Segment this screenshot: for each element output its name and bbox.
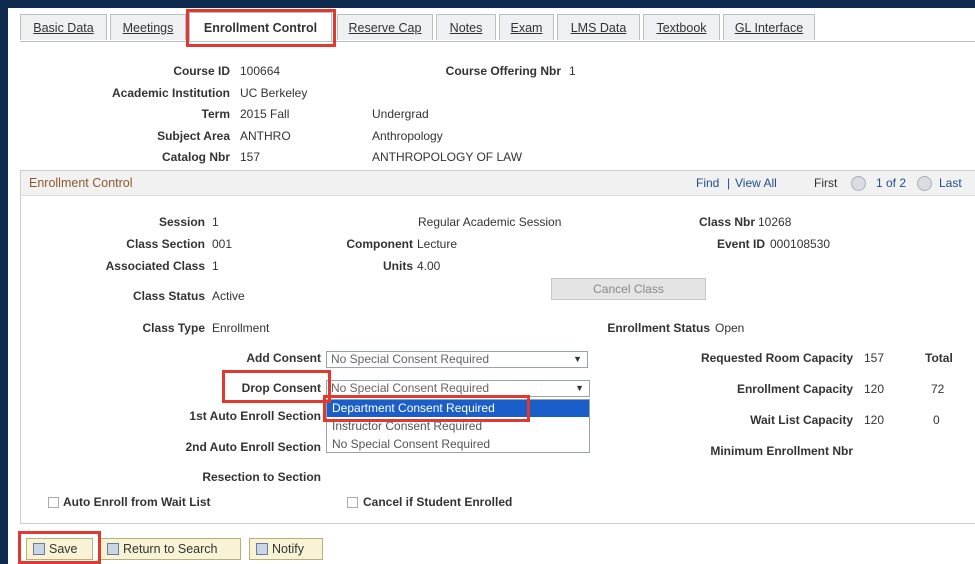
offering-label: Course Offering Nbr: [445, 64, 561, 78]
return-to-search-button[interactable]: Return to Search: [100, 538, 241, 560]
tab-notes[interactable]: Notes: [436, 14, 496, 40]
resection-label: Resection to Section: [202, 470, 321, 484]
room-capacity-label: Requested Room Capacity: [700, 351, 853, 365]
window-frame-top: [0, 0, 975, 8]
catalog-label: Catalog Nbr: [161, 150, 230, 164]
tab-divider: [20, 41, 975, 42]
next-icon[interactable]: [917, 176, 932, 191]
tab-basic-data[interactable]: Basic Data: [20, 14, 107, 40]
room-capacity-value: 157: [864, 351, 885, 365]
class-nbr-value: 10268: [758, 215, 792, 229]
subject-label: Subject Area: [157, 129, 230, 143]
associated-class-label: Associated Class: [105, 259, 205, 273]
component-label: Component: [346, 237, 413, 251]
component-value: Lecture: [417, 237, 458, 251]
section-label: Class Section: [126, 237, 205, 251]
window-frame-left: [0, 0, 8, 564]
section-value: 001: [212, 237, 233, 251]
nav-separator: |: [727, 176, 731, 190]
session-desc: Regular Academic Session: [418, 215, 562, 229]
enrollment-status-label: Enrollment Status: [607, 321, 710, 335]
tab-textbook[interactable]: Textbook: [643, 14, 720, 40]
enrollment-capacity-value: 120: [864, 382, 885, 396]
first-link[interactable]: First: [814, 176, 837, 190]
highlight-save: [18, 531, 101, 564]
tab-gl-interface[interactable]: GL Interface: [723, 14, 815, 40]
pager-text: 1 of 2: [876, 176, 907, 190]
wait-list-capacity-value: 120: [864, 413, 885, 427]
panel-title: Enrollment Control: [29, 176, 133, 190]
notify-label: Notify: [272, 542, 304, 556]
tab-reserve-cap[interactable]: Reserve Cap: [337, 14, 433, 40]
subject-value: ANTHRO: [240, 129, 291, 143]
session-value: 1: [212, 215, 219, 229]
highlight-drop-consent: [222, 370, 331, 403]
panel-header: Enrollment Control Find | View All First…: [21, 171, 975, 196]
highlight-department-option: [323, 395, 530, 422]
last-link[interactable]: Last: [939, 176, 962, 190]
term-label: Term: [201, 107, 230, 121]
add-consent-label: Add Consent: [246, 351, 321, 365]
event-id-value: 000108530: [770, 237, 831, 251]
tab-exam[interactable]: Exam: [499, 14, 554, 40]
course-id-value: 100664: [240, 64, 281, 78]
previous-icon[interactable]: [851, 176, 866, 191]
class-type-value: Enrollment: [212, 321, 270, 335]
session-label: Session: [158, 215, 205, 229]
option-no-special-consent[interactable]: No Special Consent Required: [327, 436, 589, 453]
institution-value: UC Berkeley: [240, 86, 308, 100]
event-id-label: Event ID: [716, 237, 765, 251]
add-consent-select[interactable]: No Special Consent Required ▼: [326, 351, 588, 368]
course-id-label: Course ID: [173, 64, 230, 78]
wait-list-capacity-label: Wait List Capacity: [750, 413, 853, 427]
term-value: 2015 Fall: [240, 107, 290, 121]
subject-desc: Anthropology: [372, 129, 443, 143]
highlight-enrollment-tab: [186, 9, 336, 47]
drop-consent-value: No Special Consent Required: [331, 381, 490, 395]
units-label: Units: [383, 259, 413, 273]
view-all-link[interactable]: View All: [735, 176, 777, 190]
auto-enroll-waitlist-checkbox[interactable]: [48, 497, 59, 508]
wait-list-total-value: 0: [933, 413, 940, 427]
return-search-icon: [107, 543, 119, 555]
catalog-desc: ANTHROPOLOGY OF LAW: [372, 150, 523, 164]
institution-label: Academic Institution: [111, 86, 230, 100]
first-auto-enroll-label: 1st Auto Enroll Section: [189, 409, 321, 423]
notify-icon: [256, 543, 268, 555]
class-type-label: Class Type: [142, 321, 205, 335]
units-value: 4.00: [417, 259, 441, 273]
return-label: Return to Search: [123, 542, 218, 556]
chevron-down-icon: ▼: [573, 354, 582, 364]
cancel-class-button[interactable]: Cancel Class: [551, 278, 706, 300]
add-consent-value: No Special Consent Required: [331, 352, 490, 366]
career-value: Undergrad: [372, 107, 429, 121]
notify-button[interactable]: Notify: [249, 538, 323, 560]
find-link[interactable]: Find: [696, 176, 719, 190]
cancel-if-enrolled-label: Cancel if Student Enrolled: [363, 495, 513, 509]
tab-lms-data[interactable]: LMS Data: [557, 14, 640, 40]
offering-value: 1: [569, 64, 576, 78]
enrollment-status-value: Open: [715, 321, 745, 335]
second-auto-enroll-label: 2nd Auto Enroll Section: [185, 440, 321, 454]
catalog-value: 157: [240, 150, 261, 164]
auto-enroll-waitlist-label: Auto Enroll from Wait List: [63, 495, 211, 509]
tab-meetings[interactable]: Meetings: [110, 14, 186, 40]
chevron-down-icon: ▼: [575, 383, 584, 393]
total-label: Total: [925, 351, 953, 365]
cancel-if-enrolled-checkbox[interactable]: [347, 497, 358, 508]
enrollment-total-value: 72: [931, 382, 945, 396]
class-status-value: Active: [212, 289, 245, 303]
enrollment-capacity-label: Enrollment Capacity: [736, 382, 853, 396]
class-nbr-label: Class Nbr: [698, 215, 755, 229]
associated-class-value: 1: [212, 259, 219, 273]
minimum-enrollment-label: Minimum Enrollment Nbr: [710, 444, 853, 458]
class-status-label: Class Status: [132, 289, 205, 303]
